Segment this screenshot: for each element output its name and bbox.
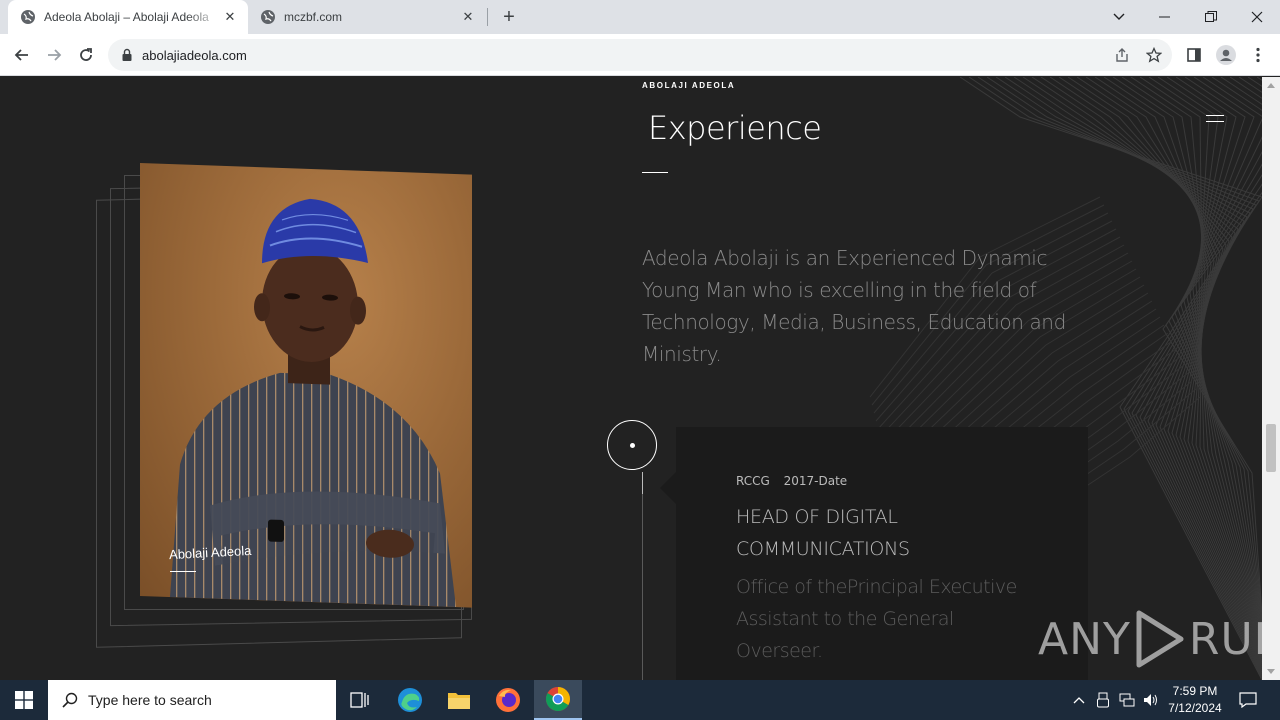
- lock-icon: [122, 48, 132, 61]
- reload-icon: [80, 48, 92, 61]
- scroll-up-icon[interactable]: [1267, 83, 1275, 88]
- globe-icon: [261, 10, 275, 24]
- back-button[interactable]: [8, 41, 36, 69]
- firefox-icon[interactable]: [484, 680, 532, 720]
- new-tab-button[interactable]: +: [498, 6, 520, 28]
- anyrun-watermark: ANY RUN: [1038, 607, 1262, 671]
- clock-time: 7:59 PM: [1172, 684, 1218, 698]
- volume-icon[interactable]: [1140, 680, 1162, 720]
- restore-icon[interactable]: [1188, 0, 1234, 34]
- bookmark-star-icon[interactable]: [1140, 41, 1168, 69]
- globe-icon: [21, 10, 35, 24]
- card-pointer: [660, 472, 676, 504]
- watermark-text-left: ANY: [1038, 613, 1131, 665]
- address-bar[interactable]: abolajiadeola.com: [108, 39, 1172, 71]
- chrome-menu-icon[interactable]: [1244, 41, 1272, 69]
- search-icon: [62, 692, 78, 708]
- arrow-right-icon: [48, 49, 62, 61]
- caption-underline: [170, 571, 196, 572]
- timeline-marker: [607, 420, 657, 470]
- network-icon[interactable]: [1116, 680, 1138, 720]
- share-icon[interactable]: [1108, 41, 1136, 69]
- scroll-down-icon[interactable]: [1267, 669, 1275, 674]
- tab-search-icon[interactable]: [1096, 0, 1142, 34]
- experience-period: 2017-Date: [783, 474, 848, 488]
- show-hidden-icons-icon[interactable]: [1068, 680, 1090, 720]
- url-text: abolajiadeola.com: [142, 47, 247, 63]
- forward-button[interactable]: [40, 41, 68, 69]
- close-tab-icon[interactable]: ✕: [222, 9, 238, 25]
- clock-date: 7/12/2024: [1168, 701, 1222, 715]
- intro-paragraph: Adeola Abolaji is an Experienced Dynamic…: [642, 246, 1066, 366]
- search-placeholder: Type here to search: [88, 692, 212, 708]
- reload-button[interactable]: [72, 41, 100, 69]
- watermark-text-right: RUN: [1188, 613, 1262, 665]
- page-scrollbar[interactable]: [1262, 77, 1280, 680]
- tab-title: Adeola Abolaji – Abolaji Adeola: [44, 10, 209, 24]
- windows-logo-icon: [15, 691, 33, 709]
- usb-device-icon[interactable]: [1092, 680, 1114, 720]
- timeline-line-highlight: [642, 472, 643, 494]
- minimize-icon[interactable]: [1142, 0, 1188, 34]
- title-underline: [642, 172, 668, 173]
- close-window-icon[interactable]: [1234, 0, 1280, 34]
- site-brand[interactable]: ABOLAJI ADEOLA: [642, 81, 735, 90]
- file-explorer-icon[interactable]: [435, 680, 483, 720]
- profile-avatar-icon[interactable]: [1212, 41, 1240, 69]
- arrow-left-icon: [14, 49, 28, 61]
- timeline-line: [642, 472, 643, 680]
- web-page: ABOLAJI ADEOLA Abolaji Adeola Experience…: [0, 77, 1262, 680]
- tab-title: mczbf.com: [284, 10, 343, 24]
- experience-description: Office of thePrincipal Executive Assista…: [736, 576, 1017, 662]
- task-view-icon[interactable]: [336, 680, 384, 720]
- windows-taskbar: Type here to search 7:59 PM 7/12/2024: [0, 680, 1280, 720]
- notification-center-icon[interactable]: [1234, 680, 1262, 720]
- experience-meta: RCCG 2017-Date: [736, 474, 857, 488]
- hamburger-menu-icon[interactable]: [1206, 115, 1224, 125]
- section-title: Experience: [648, 109, 822, 147]
- tab-mczbf[interactable]: mczbf.com ✕: [250, 0, 486, 34]
- portrait-illustration: [170, 198, 456, 608]
- start-button[interactable]: [0, 680, 48, 720]
- tab-abolajiadeola[interactable]: Adeola Abolaji – Abolaji Adeola ✕: [8, 0, 248, 34]
- system-clock[interactable]: 7:59 PM 7/12/2024: [1160, 683, 1230, 717]
- chrome-icon[interactable]: [534, 680, 582, 720]
- tab-separator: [487, 8, 488, 26]
- experience-org: RCCG: [736, 474, 770, 488]
- tab-strip: Adeola Abolaji – Abolaji Adeola ✕ mczbf.…: [0, 0, 1280, 34]
- close-tab-icon[interactable]: ✕: [460, 9, 476, 25]
- scroll-thumb[interactable]: [1266, 424, 1276, 472]
- profile-photo: [140, 163, 472, 608]
- side-panel-icon[interactable]: [1180, 41, 1208, 69]
- taskbar-search-box[interactable]: Type here to search: [48, 680, 336, 720]
- browser-toolbar: abolajiadeola.com: [0, 34, 1280, 76]
- experience-role: HEAD OF DIGITAL COMMUNICATIONS: [736, 506, 910, 560]
- edge-browser-icon[interactable]: [386, 680, 434, 720]
- play-logo-icon: [1136, 610, 1184, 668]
